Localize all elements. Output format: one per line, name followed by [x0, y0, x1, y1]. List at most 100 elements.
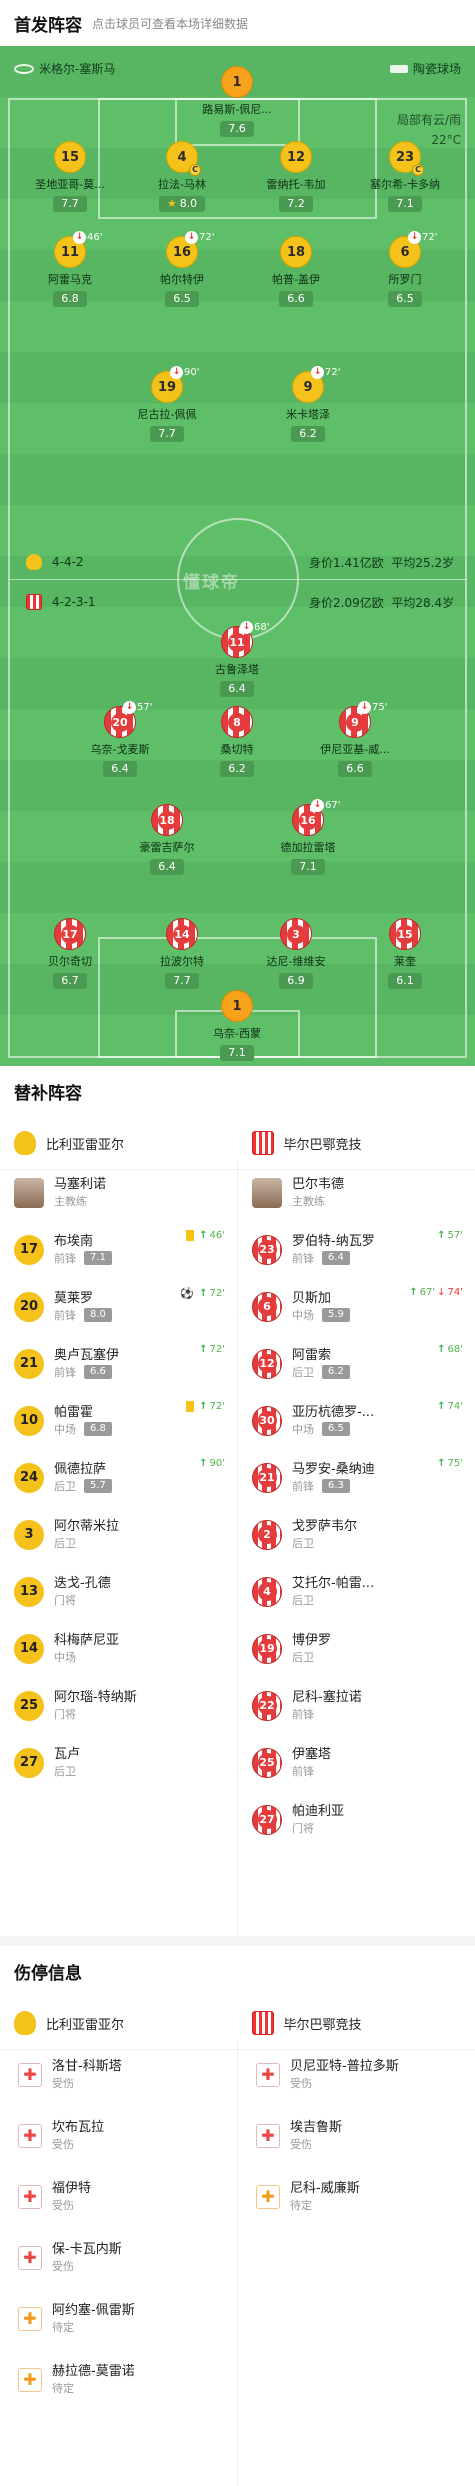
- sub-row[interactable]: 25 阿尔瑙-特纳斯 门将: [0, 1677, 237, 1734]
- pitch-player[interactable]: 14 拉波尔特 7.7: [127, 918, 237, 989]
- sub-row[interactable]: 23 罗伯特-纳瓦罗 前锋 6.4 ↑ 57': [238, 1221, 475, 1278]
- player-rating: 6.6: [279, 291, 313, 307]
- sub-row[interactable]: 27 瓦卢 后卫: [0, 1734, 237, 1791]
- doubtful-icon: ✚: [18, 2367, 42, 2392]
- pitch-player[interactable]: 15 圣地亚哥-莫... 7.7: [15, 141, 125, 212]
- pitch-player[interactable]: 1 路易斯-佩尼... 7.6: [182, 66, 292, 137]
- pitch-player[interactable]: 20 ↓ 57' 乌奈-戈麦斯 6.4: [65, 701, 175, 777]
- sub-row[interactable]: 27 帕迪利亚 门将: [238, 1791, 475, 1848]
- surface-name: 陶瓷球场: [412, 62, 461, 76]
- doubtful-icon: ✚: [18, 2306, 42, 2331]
- pitch-player[interactable]: 1 乌奈-西蒙 7.1: [182, 990, 292, 1061]
- injury-row[interactable]: ✚ 尼科-威廉斯 待定: [238, 2166, 475, 2227]
- sub-row[interactable]: 17 布埃南 前锋 7.1 ↑ 46': [0, 1221, 237, 1278]
- sub-row[interactable]: 马塞利诺 主教练: [0, 1164, 237, 1221]
- shirt-number: 17: [60, 924, 80, 944]
- pitch-player[interactable]: 15 莱奎 6.1: [350, 918, 460, 989]
- sub-row[interactable]: 21 奥卢瓦塞伊 前锋 6.6 ↑ 72': [0, 1335, 237, 1392]
- injury-player-name: 洛甘-科斯塔: [52, 2058, 122, 2074]
- sub-icon: ↓: [123, 701, 136, 714]
- player-name: 德加拉雷塔: [280, 841, 336, 854]
- injury-meta: 受伤: [52, 2136, 104, 2153]
- sub-row[interactable]: 巴尔韦德 主教练: [238, 1164, 475, 1221]
- injury-row[interactable]: ✚ 贝尼亚特-普拉多斯 受伤: [238, 2044, 475, 2105]
- sub-out-icon: ↓: [437, 1287, 446, 1298]
- pitch-player[interactable]: 12 雷纳托-韦加 7.2: [241, 141, 351, 212]
- sub-in-icon: ↑: [437, 1344, 446, 1355]
- shirt-number: 14: [172, 924, 192, 944]
- pitch-player[interactable]: 19 ↓ 90' 尼古拉-佩佩 7.7: [112, 366, 222, 442]
- sub-row[interactable]: 3 阿尔蒂米拉 后卫: [0, 1506, 237, 1563]
- player-rating: 7.6: [220, 121, 254, 137]
- sub-row[interactable]: 24 佩德拉萨 后卫 5.7 ↑ 90': [0, 1449, 237, 1506]
- injury-row[interactable]: ✚ 洛甘-科斯塔 受伤: [0, 2044, 237, 2105]
- player-shirt: 18: [280, 236, 312, 268]
- pitch-player[interactable]: 23 C 塞尔希-卡多纳 7.1: [350, 141, 460, 212]
- stadium-name: 米格尔-塞斯马: [39, 62, 116, 76]
- sub-meta: 前锋: [292, 1706, 362, 1723]
- pitch-player[interactable]: 16 ↓ 72' 帕尔特伊 6.5: [127, 231, 237, 307]
- pitch-player[interactable]: 17 贝尔奇切 6.7: [15, 918, 125, 989]
- shirt-number: 19: [252, 1633, 282, 1664]
- star-icon: ★: [166, 197, 177, 210]
- pitch-player[interactable]: 6 ↓ 72' 所罗门 6.5: [350, 231, 460, 307]
- sub-info: 瓦卢 后卫: [54, 1746, 80, 1780]
- player-rating: 7.1: [388, 196, 422, 212]
- rating-value: 7.1: [228, 1046, 246, 1059]
- injury-row[interactable]: ✚ 埃吉鲁斯 受伤: [238, 2105, 475, 2166]
- sub-row[interactable]: 10 帕雷霍 中场 6.8 ↑ 72': [0, 1392, 237, 1449]
- sub-row[interactable]: 19 博伊罗 后卫: [238, 1620, 475, 1677]
- pitch-player[interactable]: 18 豪雷吉萨尔 6.4: [112, 804, 222, 875]
- injury-row[interactable]: ✚ 福伊特 受伤: [0, 2166, 237, 2227]
- sub-row[interactable]: 22 尼科-塞拉诺 前锋: [238, 1677, 475, 1734]
- sub-events: ⚽ ↑ 72': [180, 1287, 225, 1300]
- injury-row[interactable]: ✚ 坎布瓦拉 受伤: [0, 2105, 237, 2166]
- sub-row[interactable]: 20 莫莱罗 前锋 8.0 ⚽ ↑ 72': [0, 1278, 237, 1335]
- pitch-player[interactable]: 8 桑切特 6.2: [182, 706, 292, 777]
- sub-position: 中场: [292, 1308, 314, 1322]
- sub-row[interactable]: 6 贝斯加 中场 5.9 ↑ 67' ↓ 74': [238, 1278, 475, 1335]
- player-rating: 7.2: [279, 196, 313, 212]
- shirt-number: 14: [14, 1633, 44, 1664]
- sub-position: 中场: [54, 1650, 76, 1664]
- sub-row[interactable]: 4 艾托尔-帕雷... 后卫: [238, 1563, 475, 1620]
- pitch-player[interactable]: 11 ↓ 46' 阿雷马克 6.8: [15, 231, 125, 307]
- injury-meta: 受伤: [290, 2075, 399, 2092]
- injury-home-team: 比利亚雷亚尔: [46, 2017, 125, 2033]
- sub-row[interactable]: 30 亚历杭德罗-... 中场 6.5 ↑ 74': [238, 1392, 475, 1449]
- sub-position: 主教练: [54, 1194, 87, 1208]
- shirt-number: 20: [110, 712, 130, 732]
- sub-row[interactable]: 13 迭戈-孔德 门将: [0, 1563, 237, 1620]
- injury-row[interactable]: ✚ 赫拉德-莫雷诺 待定: [0, 2349, 237, 2410]
- sub-row[interactable]: 12 阿雷索 后卫 6.2 ↑ 68': [238, 1335, 475, 1392]
- pitch-player[interactable]: 9 ↓ 75' 伊尼亚基-威... 6.6: [300, 701, 410, 777]
- sub-row[interactable]: 25 伊塞塔 前锋: [238, 1734, 475, 1791]
- injury-row[interactable]: ✚ 保-卡瓦内斯 受伤: [0, 2227, 237, 2288]
- home-injury-column: ✚ 洛甘-科斯塔 受伤 ✚ 坎布瓦拉 受伤 ✚ 福伊特 受伤 ✚ 保-卡瓦内斯 受伤 ✚ 阿约塞-佩雷斯待…: [0, 2044, 237, 2410]
- sub-minute: 57': [137, 702, 153, 713]
- pitch-player[interactable]: 16 ↓ 67' 德加拉雷塔 7.1: [253, 799, 363, 875]
- sub-row[interactable]: 14 科梅萨尼亚 中场: [0, 1620, 237, 1677]
- pitch-player[interactable]: 11 ↓ 68' 古鲁泽塔 6.4: [182, 621, 292, 697]
- player-rating: 6.5: [165, 291, 199, 307]
- sub-row[interactable]: 2 戈罗萨韦尔 后卫: [238, 1506, 475, 1563]
- shirt-number: 11: [227, 632, 247, 652]
- rating-value: 6.2: [299, 427, 317, 440]
- injury-info: 赫拉德-莫雷诺 待定: [52, 2363, 135, 2397]
- shirt-number-text: 25: [257, 1753, 277, 1772]
- pitch-player[interactable]: 4 C 拉法-马林 ★ 8.0: [127, 141, 237, 212]
- player-name: 贝尔奇切: [48, 955, 92, 968]
- player-rating: 6.4: [150, 859, 184, 875]
- injury-row[interactable]: ✚ 阿约塞-佩雷斯 待定: [0, 2288, 237, 2349]
- player-name: 拉法-马林: [158, 178, 206, 191]
- rating-value: 6.4: [111, 762, 129, 775]
- sub-in-minute: 67': [419, 1287, 436, 1298]
- sub-meta: 门将: [292, 1820, 344, 1837]
- injury-info: 尼科-威廉斯 待定: [290, 2180, 360, 2214]
- pitch-player[interactable]: 9 ↓ 72' 米卡塔泽 6.2: [253, 366, 363, 442]
- pitch-player[interactable]: 3 达尼-维维安 6.9: [241, 918, 351, 989]
- sub-info: 博伊罗 后卫: [292, 1632, 331, 1666]
- sub-row[interactable]: 21 马罗安-桑纳迪 前锋 6.3 ↑ 75': [238, 1449, 475, 1506]
- shirt-number-text: 27: [257, 1810, 277, 1829]
- pitch-player[interactable]: 18 帕普-盖伊 6.6: [241, 236, 351, 307]
